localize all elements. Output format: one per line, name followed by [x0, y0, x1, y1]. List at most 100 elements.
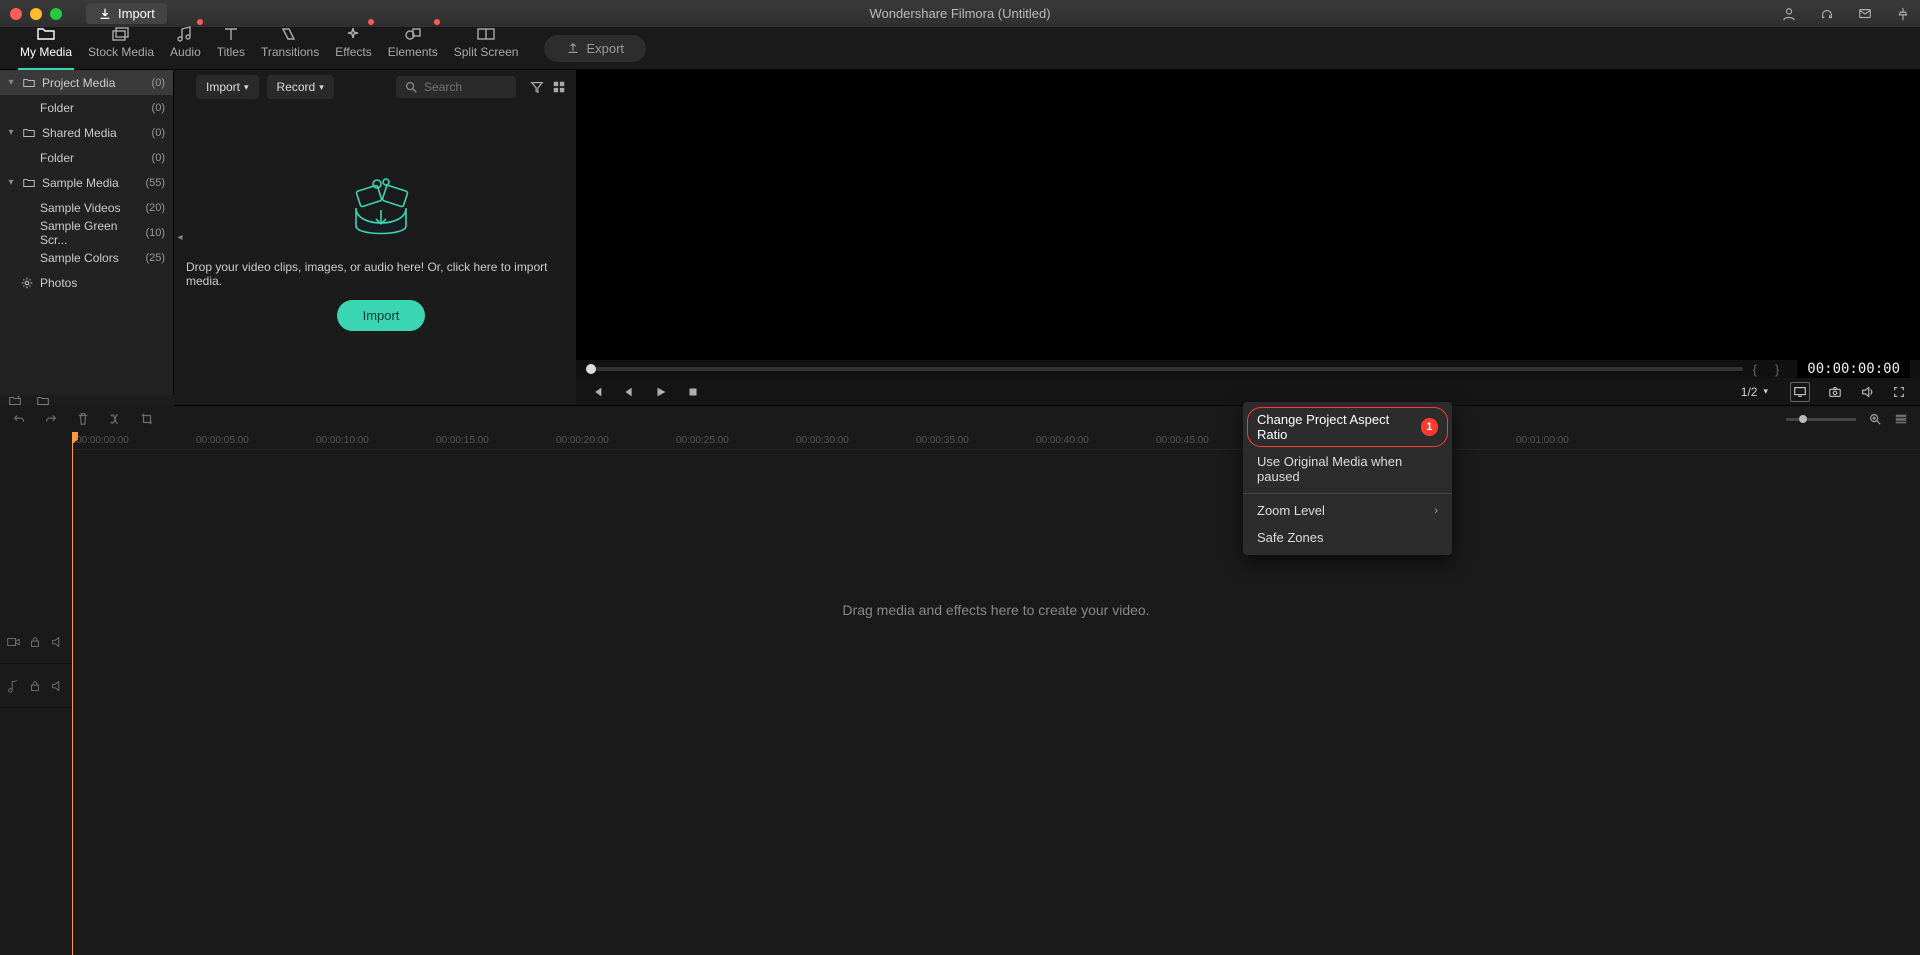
search-box[interactable]: [396, 76, 516, 98]
preview-controls: 1/2▾: [576, 378, 1920, 405]
prev-frame-button[interactable]: [590, 385, 604, 399]
text-icon: [221, 25, 241, 43]
timeline-view-button[interactable]: [1894, 412, 1908, 426]
chevron-down-icon: ▾: [319, 82, 324, 93]
undo-button[interactable]: [12, 412, 26, 426]
sidebar-item-sample-videos[interactable]: Sample Videos (20): [0, 195, 173, 220]
menu-item-safe-zones[interactable]: Safe Zones: [1243, 524, 1452, 551]
grid-view-icon[interactable]: [552, 80, 566, 94]
snapshot-button[interactable]: [1828, 385, 1842, 399]
import-label: Import: [206, 80, 240, 94]
chevron-down-icon[interactable]: ▾: [6, 77, 16, 88]
folder-button[interactable]: [36, 394, 50, 408]
new-folder-button[interactable]: [8, 394, 22, 408]
export-button[interactable]: Export: [544, 35, 646, 62]
headphone-icon[interactable]: [1820, 7, 1834, 21]
chevron-down-icon[interactable]: ▾: [6, 127, 16, 138]
lock-icon[interactable]: [28, 635, 42, 649]
zoom-fit-button[interactable]: [1868, 412, 1882, 426]
lock-icon[interactable]: [28, 679, 42, 693]
sidebar-item-folder[interactable]: Folder (0): [0, 95, 173, 120]
mute-icon[interactable]: [50, 679, 64, 693]
tab-my-media[interactable]: My Media: [12, 17, 80, 69]
pin-icon[interactable]: [1896, 7, 1910, 21]
preview-panel: { } 00:00:00:00 1/2▾: [576, 70, 1920, 405]
sidebar-item-project-media[interactable]: ▾ Project Media (0): [0, 70, 173, 95]
chevron-down-icon: ▾: [244, 82, 249, 93]
sidebar-count: (20): [145, 202, 165, 214]
sidebar-item-sample-colors[interactable]: Sample Colors (25): [0, 245, 173, 270]
collapse-sidebar-handle[interactable]: ◂: [174, 70, 186, 405]
drop-area[interactable]: Drop your video clips, images, or audio …: [186, 104, 576, 405]
timeline-zoom-slider[interactable]: [1786, 418, 1856, 421]
scrub-track[interactable]: [586, 367, 1743, 371]
preview-quality-dropdown[interactable]: 1/2▾: [1737, 383, 1772, 401]
track-header-audio[interactable]: [0, 664, 72, 708]
ruler-tick: 00:00:45:00: [1156, 435, 1194, 446]
sidebar-item-sample-media[interactable]: ▾ Sample Media (55): [0, 170, 173, 195]
sidebar-item-sample-green[interactable]: Sample Green Scr... (10): [0, 220, 173, 245]
mute-icon[interactable]: [50, 635, 64, 649]
video-track-icon: [6, 635, 20, 649]
tab-transitions[interactable]: Transitions: [253, 17, 327, 69]
display-icon: [1793, 385, 1807, 399]
preview-timecode: 00:00:00:00: [1797, 359, 1910, 379]
tab-effects[interactable]: Effects: [327, 17, 379, 69]
media-toolbar: Import ▾ Record▾: [186, 70, 576, 104]
brace-left-icon[interactable]: {: [1753, 362, 1765, 377]
menu-item-original-media[interactable]: Use Original Media when paused: [1243, 448, 1452, 490]
fullscreen-button[interactable]: [1892, 385, 1906, 399]
stop-button[interactable]: [686, 385, 700, 399]
filter-icon[interactable]: [530, 80, 544, 94]
sidebar-label: Sample Videos: [40, 201, 121, 215]
split-button[interactable]: [108, 412, 122, 426]
record-dropdown[interactable]: Record▾: [267, 75, 334, 99]
delete-button[interactable]: [76, 412, 90, 426]
volume-button[interactable]: [1860, 385, 1874, 399]
ruler-tick: 00:00:40:00: [1036, 435, 1074, 446]
redo-button[interactable]: [44, 412, 58, 426]
sidebar-item-photos[interactable]: Photos: [0, 270, 173, 295]
tab-titles[interactable]: Titles: [209, 17, 253, 69]
search-icon: [404, 80, 418, 94]
zoom-thumb[interactable]: [1799, 415, 1807, 423]
menu-item-zoom-level[interactable]: Zoom Level›: [1243, 497, 1452, 524]
titlebar-right-icons: [1782, 7, 1910, 21]
menu-item-aspect-ratio[interactable]: Change Project Aspect Ratio 1: [1243, 406, 1452, 448]
scrub-thumb[interactable]: [586, 364, 596, 374]
split-icon: [476, 25, 496, 43]
playhead[interactable]: [72, 432, 73, 955]
sidebar-item-shared-media[interactable]: ▾ Shared Media (0): [0, 120, 173, 145]
timeline: 00:00:00:00 00:00:05:00 00:00:10:00 00:0…: [0, 432, 1920, 955]
frame-back-button[interactable]: [622, 385, 636, 399]
brace-right-icon[interactable]: }: [1775, 362, 1787, 377]
import-dropdown[interactable]: Import ▾: [196, 75, 259, 99]
play-button[interactable]: [654, 385, 668, 399]
preview-settings-button[interactable]: [1790, 382, 1810, 402]
message-icon[interactable]: [1858, 7, 1872, 21]
tab-stock-media[interactable]: Stock Media: [80, 17, 162, 69]
sidebar-count: (0): [152, 127, 165, 139]
timeline-body[interactable]: 00:00:00:00 00:00:05:00 00:00:10:00 00:0…: [72, 432, 1920, 955]
window-title: Wondershare Filmora (Untitled): [869, 6, 1050, 21]
sidebar-item-folder-2[interactable]: Folder (0): [0, 145, 173, 170]
menu-separator: [1243, 493, 1452, 494]
tab-split-screen[interactable]: Split Screen: [446, 17, 527, 69]
preview-canvas[interactable]: [576, 70, 1920, 360]
tab-elements[interactable]: Elements: [380, 17, 446, 69]
step-badge: 1: [1421, 418, 1438, 436]
sidebar-label: Sample Green Scr...: [40, 219, 139, 247]
tab-label: Audio: [170, 45, 201, 59]
sidebar-label: Folder: [40, 151, 74, 165]
tab-audio[interactable]: Audio: [162, 17, 209, 69]
timeline-ruler[interactable]: 00:00:00:00 00:00:05:00 00:00:10:00 00:0…: [72, 432, 1920, 450]
track-header-video[interactable]: [0, 620, 72, 664]
crop-button[interactable]: [140, 412, 154, 426]
account-icon[interactable]: [1782, 7, 1796, 21]
tab-label: Elements: [388, 45, 438, 59]
import-pill-button[interactable]: Import: [337, 300, 426, 331]
chevron-down-icon[interactable]: ▾: [6, 177, 16, 188]
menu-label: Use Original Media when paused: [1257, 454, 1438, 484]
new-badge-icon: [434, 19, 440, 25]
search-input[interactable]: [424, 80, 504, 94]
